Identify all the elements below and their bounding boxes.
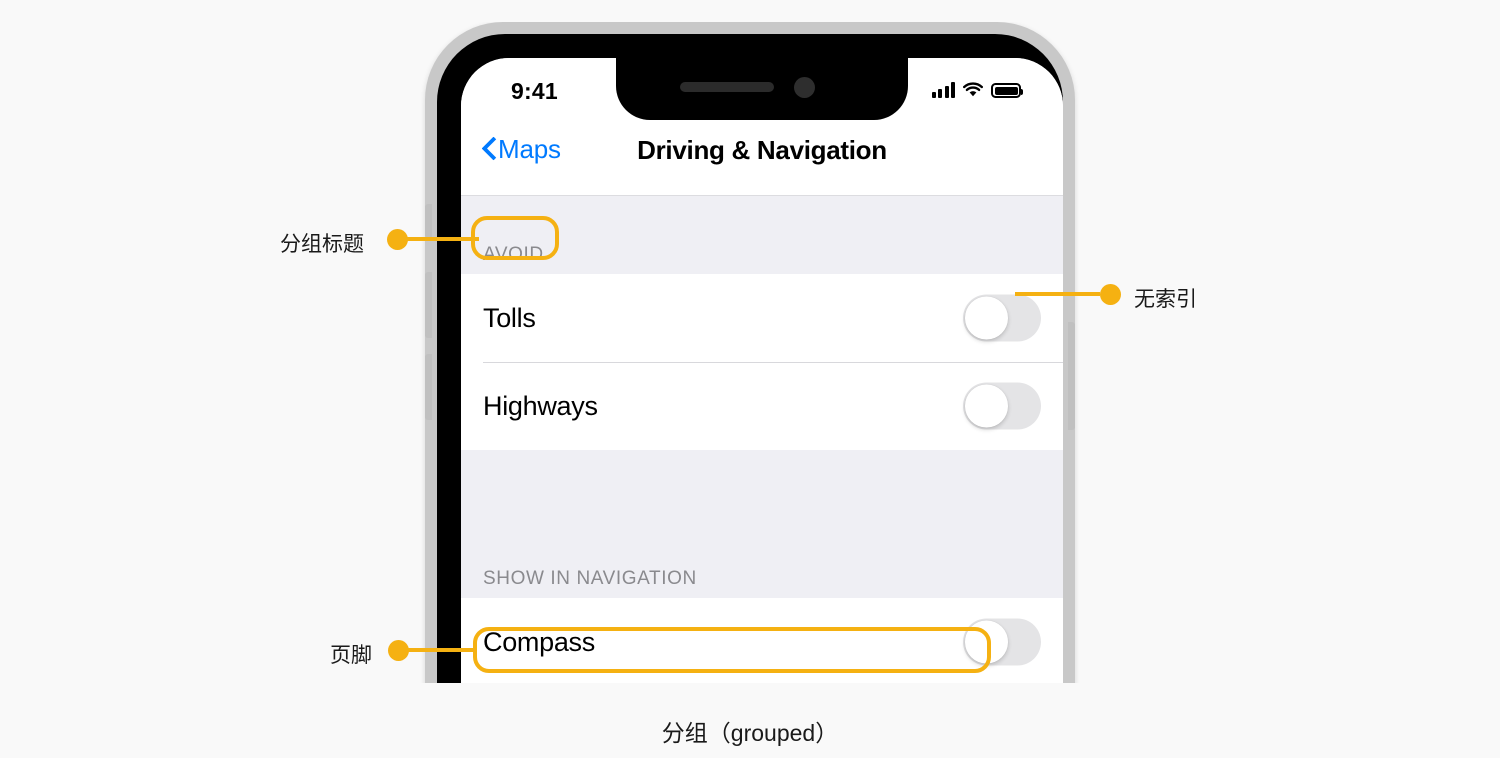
page-title: Driving & Navigation bbox=[637, 135, 887, 165]
annotation-label-no-index: 无索引 bbox=[1134, 288, 1197, 311]
power-button[interactable] bbox=[1068, 322, 1075, 430]
table-row[interactable]: Highways bbox=[461, 362, 1063, 450]
row-label: Compass bbox=[483, 626, 595, 657]
section-header-label: AVOID bbox=[483, 244, 544, 265]
wifi-icon bbox=[963, 82, 983, 98]
highways-switch[interactable] bbox=[963, 382, 1041, 430]
section-header-label: SHOW IN NAVIGATION bbox=[483, 568, 697, 589]
volume-down-button[interactable] bbox=[425, 354, 432, 420]
figure-caption: 分组（grouped） bbox=[661, 720, 839, 746]
table-row[interactable]: Tolls bbox=[461, 274, 1063, 362]
notch bbox=[616, 58, 908, 120]
section-header-show-in-navigation: SHOW IN NAVIGATION bbox=[461, 524, 1063, 598]
status-bar-indicators bbox=[931, 82, 1023, 98]
volume-up-button[interactable] bbox=[425, 272, 432, 338]
section-cells-show-in-navigation: Compass Speed Limit bbox=[461, 598, 1063, 683]
annotation-label-footer: 页脚 bbox=[330, 644, 372, 667]
earpiece-speaker-icon bbox=[680, 82, 774, 92]
compass-switch[interactable] bbox=[963, 618, 1041, 666]
section-cells-avoid: Tolls Highways bbox=[461, 274, 1063, 450]
phone-mockup: 9:41 Maps Driving & Navigation AVOID Tol… bbox=[420, 22, 1080, 683]
switch-knob bbox=[965, 384, 1008, 428]
phone-bezel: 9:41 Maps Driving & Navigation AVOID Tol… bbox=[437, 34, 1063, 683]
grouped-table-view: AVOID Tolls Highways SHOW IN NAVIGATION … bbox=[461, 196, 1063, 683]
mute-switch-button[interactable] bbox=[425, 204, 432, 238]
navigation-bar: Maps Driving & Navigation bbox=[461, 120, 1063, 196]
switch-knob bbox=[965, 296, 1008, 340]
annotation-label-group-header: 分组标题 bbox=[280, 233, 364, 256]
tolls-switch[interactable] bbox=[963, 294, 1041, 342]
front-camera-icon bbox=[794, 77, 815, 98]
phone-frame: 9:41 Maps Driving & Navigation AVOID Tol… bbox=[425, 22, 1075, 683]
switch-knob bbox=[965, 620, 1008, 664]
row-label: Highways bbox=[483, 390, 598, 421]
phone-screen: 9:41 Maps Driving & Navigation AVOID Tol… bbox=[461, 58, 1063, 683]
table-row[interactable]: Compass bbox=[461, 598, 1063, 683]
battery-full-icon bbox=[991, 83, 1023, 98]
row-label: Tolls bbox=[483, 302, 536, 333]
signal-bars-icon bbox=[931, 82, 955, 98]
status-bar-time: 9:41 bbox=[511, 78, 558, 104]
section-header-avoid: AVOID bbox=[461, 196, 1063, 274]
annotation-dot-footer bbox=[388, 640, 409, 661]
annotation-dot-group-header bbox=[387, 229, 408, 250]
annotation-dot-no-index bbox=[1100, 284, 1121, 305]
